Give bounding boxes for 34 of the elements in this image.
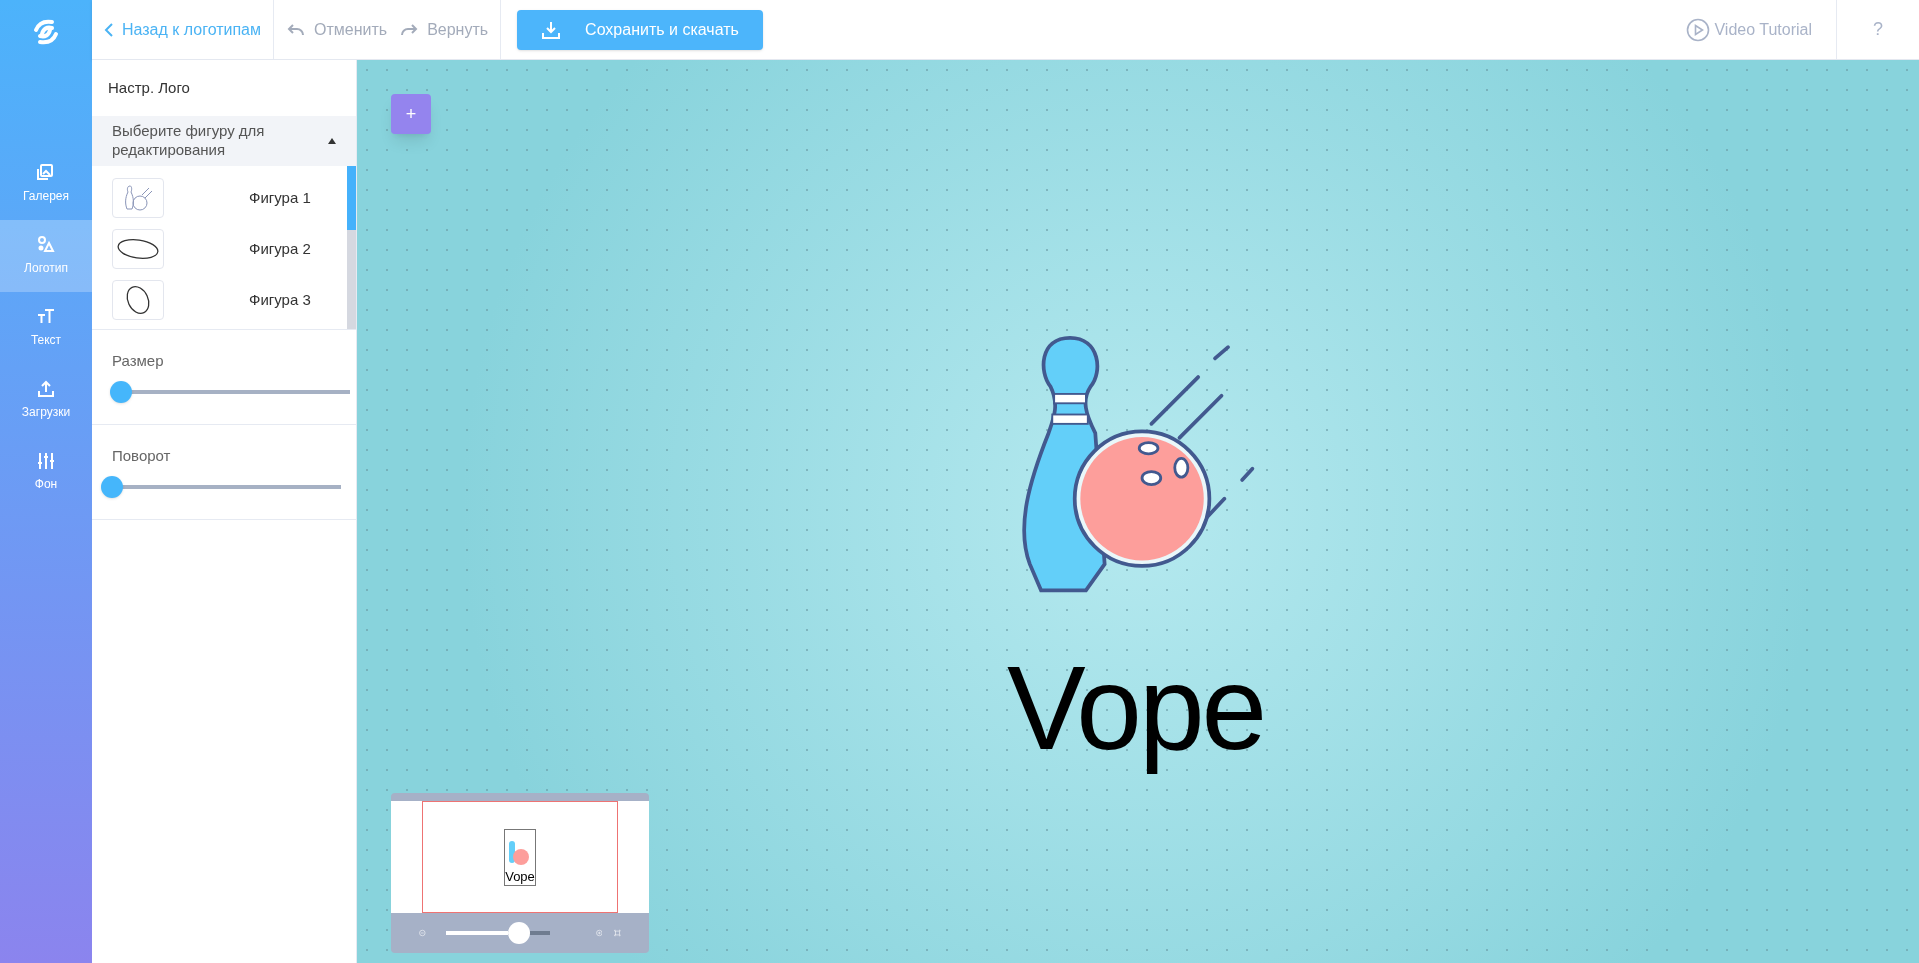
slider-label: Размер bbox=[112, 351, 165, 371]
download-icon bbox=[541, 19, 562, 40]
shape-dropdown[interactable]: Выберите фигуру для редактирования bbox=[92, 116, 356, 166]
add-button[interactable]: + bbox=[391, 94, 431, 134]
scrollbar[interactable] bbox=[347, 166, 356, 329]
shapes-icon bbox=[36, 235, 56, 255]
back-link[interactable]: Назад к логотипам bbox=[92, 0, 274, 59]
save-download-button[interactable]: Сохранить и скачать bbox=[517, 9, 763, 50]
slider-thumb[interactable] bbox=[101, 475, 123, 498]
gallery-icon bbox=[36, 163, 56, 183]
shape-label[interactable]: Фигура 1 bbox=[249, 186, 311, 210]
nav-tab[interactable]: Галерея bbox=[0, 148, 92, 220]
slider-track[interactable] bbox=[101, 475, 341, 498]
minimap-logo-text: Vope bbox=[505, 869, 535, 883]
play-icon bbox=[1686, 17, 1711, 42]
panel-title: Настр. Лого bbox=[107, 77, 191, 98]
upload-icon bbox=[36, 379, 56, 399]
nav-tab[interactable]: Текст bbox=[0, 292, 92, 364]
slider-thumb[interactable] bbox=[110, 380, 132, 403]
chevron-left-icon bbox=[104, 21, 114, 38]
slider-track[interactable] bbox=[110, 380, 350, 403]
shape-label[interactable]: Фигура 3 bbox=[249, 288, 311, 312]
shape-label[interactable]: Фигура 2 bbox=[249, 237, 311, 261]
shape-thumbnail[interactable] bbox=[112, 178, 164, 218]
shape-thumbnail[interactable] bbox=[112, 229, 164, 269]
sliders-icon bbox=[36, 451, 56, 471]
video-tutorial-link[interactable]: Video Tutorial bbox=[1662, 0, 1837, 59]
slider-label: Поворот bbox=[112, 446, 172, 466]
help-button[interactable]: ? bbox=[1837, 0, 1919, 59]
nav-tab[interactable]: Загрузки bbox=[0, 364, 92, 436]
nav-tab[interactable]: Логотип bbox=[0, 220, 92, 292]
logo-text: Vope bbox=[1007, 641, 1265, 776]
shape-thumbnail[interactable] bbox=[112, 280, 164, 320]
nav-tab[interactable]: Фон bbox=[0, 436, 92, 508]
